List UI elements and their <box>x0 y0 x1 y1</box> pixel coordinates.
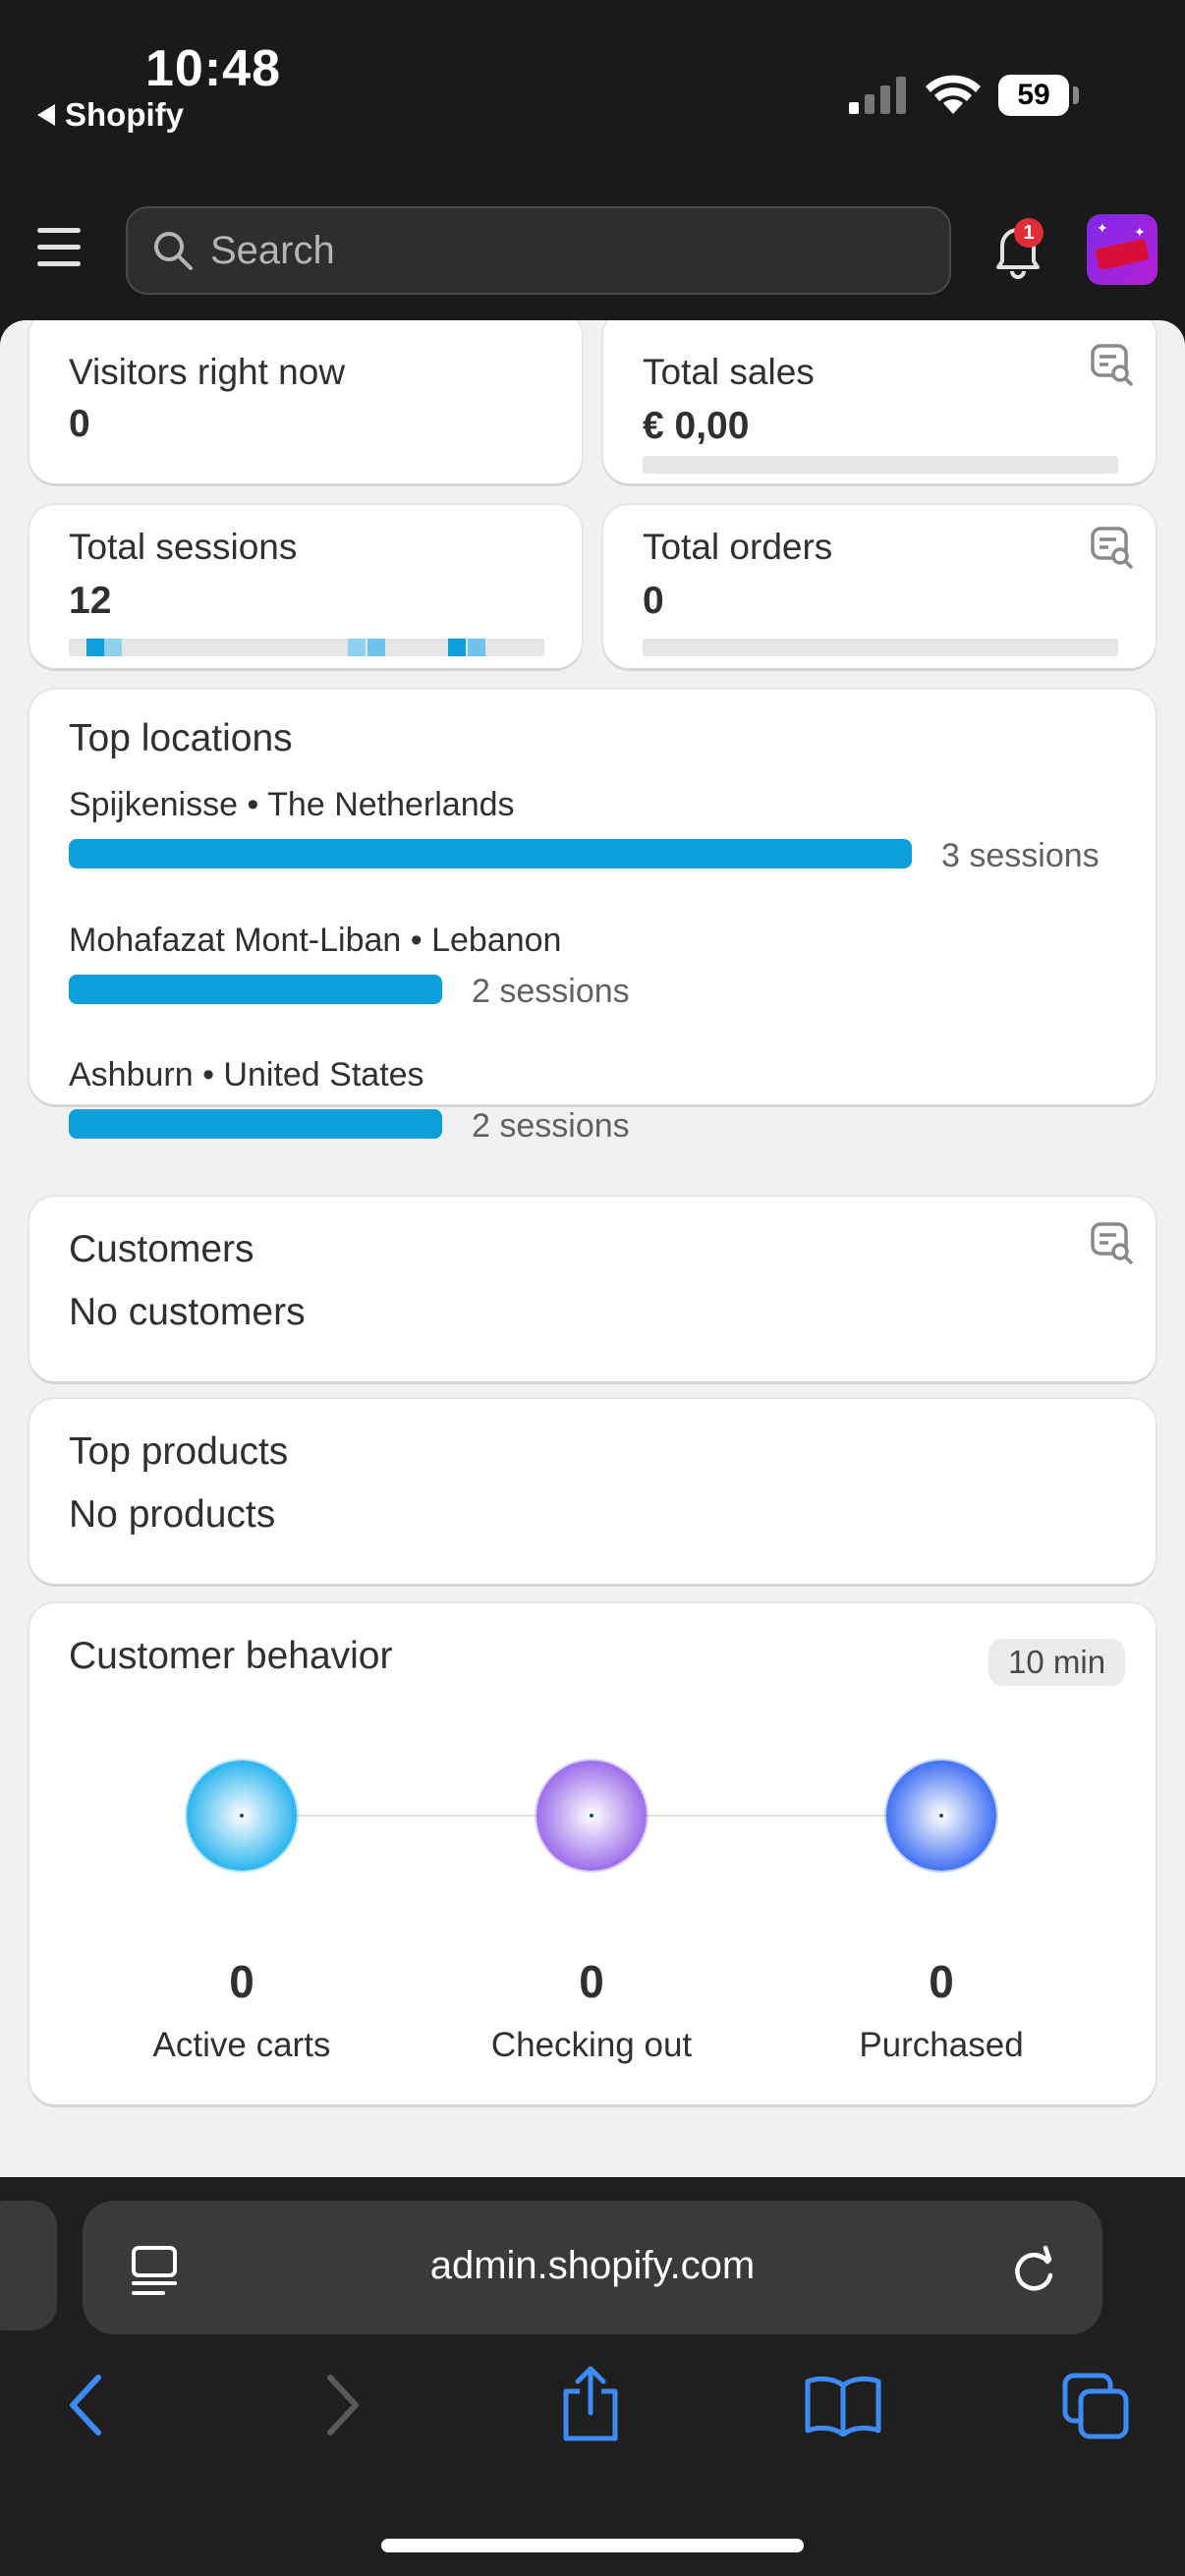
home-indicator <box>381 2539 804 2552</box>
star-icon: ✦ <box>1097 220 1108 236</box>
total-sales-label: Total sales <box>643 352 815 392</box>
back-to-app-link[interactable]: Shopify <box>37 96 184 134</box>
store-avatar[interactable]: ✦ ✦ <box>1087 214 1157 285</box>
search-placeholder: Search <box>210 228 335 272</box>
location-name: Spijkenisse • The Netherlands <box>69 786 515 823</box>
sparkline-segment <box>348 639 366 656</box>
purchased-label: Purchased <box>859 2026 1024 2064</box>
customers-title: Customers <box>69 1228 254 1270</box>
menu-button[interactable] <box>37 228 86 271</box>
location-name: Ashburn • United States <box>69 1056 424 1093</box>
visitors-card[interactable]: Visitors right now 0 <box>29 320 582 483</box>
view-report-icon[interactable] <box>1089 1220 1136 1267</box>
top-locations-card[interactable]: Top locations Spijkenisse • The Netherla… <box>29 690 1156 1145</box>
tabs-icon[interactable] <box>1061 2372 1132 2442</box>
customer-behavior-card[interactable]: Customer behavior 10 min 0 0 0 Active ca… <box>29 1603 1156 2104</box>
checking-out-value: 0 <box>579 1956 604 2007</box>
active-carts-label: Active carts <box>152 2026 331 2064</box>
sessions-sparkline <box>69 639 544 656</box>
location-sessions: 2 sessions <box>472 973 630 1010</box>
location-name: Mohafazat Mont-Liban • Lebanon <box>69 922 562 959</box>
view-report-icon[interactable] <box>1089 342 1136 389</box>
visitors-value: 0 <box>69 403 90 445</box>
top-locations-title: Top locations <box>69 717 293 759</box>
sparkline-segment <box>448 639 466 656</box>
total-sales-value: € 0,00 <box>643 405 750 447</box>
share-icon[interactable] <box>558 2364 623 2442</box>
address-bar[interactable]: admin.shopify.com <box>83 2201 1102 2334</box>
hamburger-line <box>37 245 81 250</box>
search-icon <box>154 232 193 270</box>
top-products-value: No products <box>69 1493 276 1536</box>
top-products-card[interactable]: Top products No products <box>29 1399 1156 1584</box>
view-report-icon[interactable] <box>1089 525 1136 572</box>
back-triangle-icon <box>37 104 55 126</box>
back-icon[interactable] <box>63 2370 112 2440</box>
back-app-label: Shopify <box>65 96 184 133</box>
sparkline-segment <box>86 639 104 656</box>
sparkline-segment <box>367 639 385 656</box>
total-orders-card[interactable]: Total orders 0 <box>603 505 1156 668</box>
checking-out-label: Checking out <box>490 2026 693 2064</box>
search-input[interactable]: Search <box>126 206 951 295</box>
notification-badge: 1 <box>1014 218 1044 248</box>
reload-icon[interactable] <box>1008 2242 1059 2297</box>
customer-behavior-title: Customer behavior <box>69 1635 393 1677</box>
customers-value: No customers <box>69 1291 306 1333</box>
browser-toolbar: admin.shopify.com <box>0 2177 1185 2576</box>
star-icon: ✦ <box>1134 224 1146 240</box>
purchased-value: 0 <box>929 1956 954 2007</box>
sparkline-segment <box>468 639 485 656</box>
forward-icon[interactable] <box>316 2370 366 2440</box>
battery-tip <box>1073 86 1079 104</box>
previous-tab-peek[interactable] <box>0 2201 57 2330</box>
total-sessions-value: 12 <box>69 580 112 622</box>
total-orders-value: 0 <box>643 580 664 622</box>
location-sessions: 2 sessions <box>472 1107 630 1145</box>
visitors-label: Visitors right now <box>69 352 346 392</box>
checking-out-orb <box>536 1761 647 1871</box>
active-carts-orb <box>187 1761 297 1871</box>
top-products-title: Top products <box>69 1430 289 1473</box>
bookmarks-icon[interactable] <box>804 2374 882 2436</box>
time-range-badge[interactable]: 10 min <box>988 1639 1126 1686</box>
location-bar <box>69 975 442 1004</box>
purchased-orb <box>886 1761 996 1871</box>
sales-sparkline <box>643 456 1118 474</box>
hamburger-line <box>37 261 81 266</box>
location-bar <box>69 1109 442 1139</box>
total-sessions-card[interactable]: Total sessions 12 <box>29 505 582 668</box>
sparkline-segment <box>104 639 122 656</box>
wifi-icon <box>926 75 981 114</box>
avatar-graphic <box>1095 238 1150 271</box>
cellular-signal-icon <box>849 77 906 114</box>
total-sales-card[interactable]: Total sales € 0,00 <box>603 320 1156 483</box>
total-sessions-label: Total sessions <box>69 527 298 567</box>
url-text: admin.shopify.com <box>429 2244 756 2287</box>
customers-card[interactable]: Customers No customers <box>29 1197 1156 1381</box>
orders-sparkline <box>643 639 1118 656</box>
total-orders-label: Total orders <box>643 527 833 567</box>
status-bar: 10:48 Shopify 59 Search 1 ✦ ✦ <box>0 0 1185 295</box>
battery-indicator: 59 <box>998 75 1069 116</box>
location-bar <box>69 839 912 868</box>
location-sessions: 3 sessions <box>941 837 1100 874</box>
clock: 10:48 <box>145 40 281 97</box>
dashboard-content[interactable]: Visitors right now 0 Total sales € 0,00 … <box>0 320 1185 2177</box>
hamburger-line <box>37 228 81 233</box>
active-carts-value: 0 <box>229 1956 254 2007</box>
